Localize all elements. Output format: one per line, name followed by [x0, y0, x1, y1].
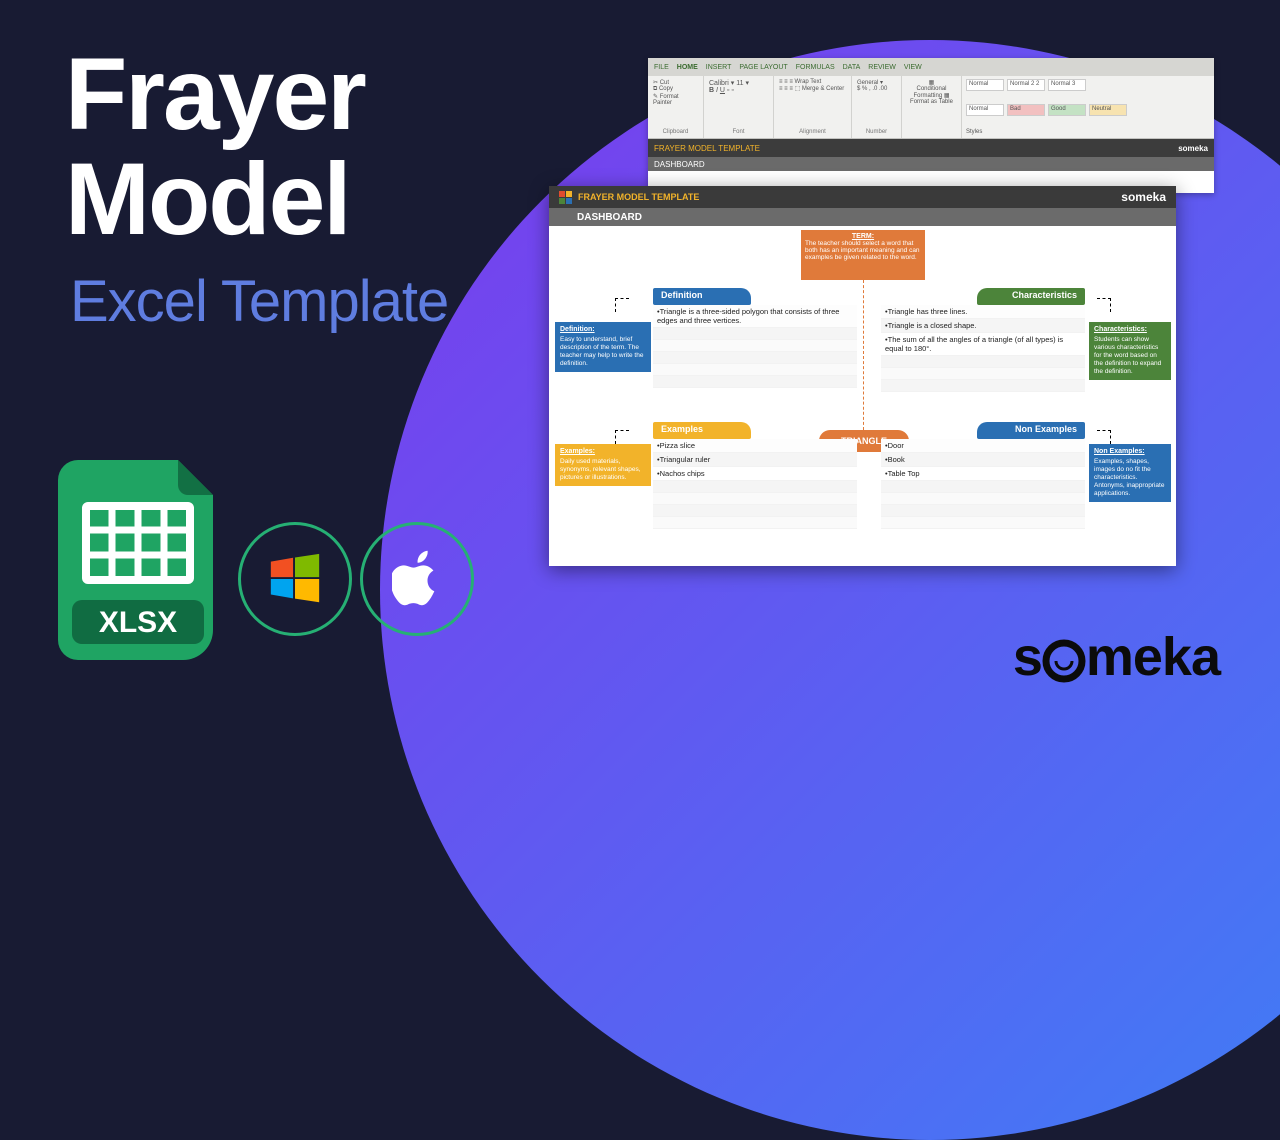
characteristics-callout: Characteristics: Students can show vario…	[1089, 322, 1171, 380]
strip-sub: DASHBOARD	[654, 160, 705, 169]
cell-style: Bad	[1007, 104, 1045, 116]
ribbon-wrap: Wrap Text	[795, 79, 822, 85]
characteristics-body: •Triangle has three lines. •Triangle is …	[881, 305, 1085, 392]
apple-icon	[392, 550, 442, 608]
callout-head: Characteristics:	[1094, 326, 1166, 335]
connector	[1097, 430, 1111, 444]
hero-title-line2: Model	[65, 147, 365, 252]
ribbon-group-label: Number	[857, 129, 896, 135]
ribbon-group-label: Styles	[966, 129, 1210, 135]
term-heading: TERM:	[805, 233, 921, 240]
cell-style: Normal 3	[1048, 79, 1086, 91]
ribbon-group-label: Font	[709, 129, 768, 135]
ribbon-copy: Copy	[659, 86, 673, 92]
connector	[1097, 298, 1111, 312]
examples-body: •Pizza slice •Triangular ruler •Nachos c…	[653, 439, 857, 529]
list-item: •Pizza slice	[653, 439, 857, 453]
list-item: •Book	[881, 453, 1085, 467]
ribbon-conditional: Conditional Formatting	[913, 86, 946, 99]
callout-text: Students can show various characteristic…	[1094, 336, 1161, 376]
excel-tab: VIEW	[904, 64, 922, 71]
excel-template-strip: FRAYER MODEL TEMPLATE someka	[648, 139, 1214, 157]
ribbon-format-painter: Format Painter	[653, 94, 679, 106]
ribbon-group-label: Alignment	[779, 129, 846, 135]
definition-callout: Definition: Easy to understand, brief de…	[555, 322, 651, 372]
excel-tab: REVIEW	[868, 64, 896, 71]
list-item: •Triangle has three lines.	[881, 305, 1085, 319]
strip-title: FRAYER MODEL TEMPLATE	[654, 144, 760, 153]
cell-style: Normal	[966, 79, 1004, 91]
connector	[615, 430, 629, 444]
term-box: TERM: The teacher should select a word t…	[801, 230, 925, 280]
definition-body: •Triangle is a three-sided polygon that …	[653, 305, 857, 388]
board-brand: someka	[1121, 190, 1166, 204]
board-body: TERM: The teacher should select a word t…	[549, 226, 1176, 566]
term-text: The teacher should select a word that bo…	[805, 240, 921, 261]
xlsx-file-icon: XLSX	[58, 460, 233, 665]
excel-template-substrip: DASHBOARD	[648, 157, 1214, 171]
ribbon-format-table: Format as Table	[910, 99, 953, 105]
cell-style: Neutral	[1089, 104, 1127, 116]
excel-tab: FILE	[654, 64, 669, 71]
windows-platform-badge	[238, 522, 352, 636]
windows-icon	[266, 550, 324, 608]
list-item: •Door	[881, 439, 1085, 453]
board-header: FRAYER MODEL TEMPLATE someka	[549, 186, 1176, 208]
term-connector	[863, 280, 864, 430]
cell-style: Normal	[966, 104, 1004, 116]
ribbon-merge: Merge & Center	[802, 86, 844, 92]
cell-style: Good	[1048, 104, 1086, 116]
excel-tabbar: FILE HOME INSERT PAGE LAYOUT FORMULAS DA…	[648, 58, 1214, 76]
examples-callout: Examples: Daily used materials, synonyms…	[555, 444, 651, 486]
list-item: •Table Top	[881, 467, 1085, 481]
apple-platform-badge	[360, 522, 474, 636]
callout-head: Non Examples:	[1094, 448, 1166, 457]
ribbon-group-label: Clipboard	[653, 129, 698, 135]
callout-head: Examples:	[560, 448, 646, 457]
nonexamples-body: •Door •Book •Table Top	[881, 439, 1085, 529]
excel-ribbon: ✂ Cut⧉ Copy✎ Format Painter Clipboard Ca…	[648, 76, 1214, 139]
list-item: •Triangle is a closed shape.	[881, 319, 1085, 333]
callout-text: Examples, shapes, images do no fit the c…	[1094, 458, 1164, 498]
callout-text: Daily used materials, synonyms, relevant…	[560, 458, 641, 481]
list-item: •The sum of all the angles of a triangle…	[881, 333, 1085, 356]
excel-tab: PAGE LAYOUT	[739, 64, 787, 71]
callout-head: Definition:	[560, 326, 646, 335]
excel-tab: FORMULAS	[796, 64, 835, 71]
callout-text: Easy to understand, brief description of…	[560, 336, 643, 367]
frayer-template-board: FRAYER MODEL TEMPLATE someka DASHBOARD T…	[549, 186, 1176, 566]
excel-tab: HOME	[677, 64, 698, 71]
hero-title-line1: Frayer	[65, 42, 365, 147]
list-item: •Triangle is a three-sided polygon that …	[653, 305, 857, 328]
nonexamples-tab: Non Examples	[977, 422, 1085, 439]
board-subtitle: DASHBOARD	[577, 212, 642, 223]
hero-subtitle: Excel Template	[70, 268, 448, 335]
someka-wordmark: smeka	[1013, 626, 1220, 688]
svg-text:XLSX: XLSX	[99, 606, 177, 639]
hero-title: Frayer Model	[65, 42, 365, 252]
strip-brand: someka	[1178, 144, 1208, 153]
board-subheader: DASHBOARD	[549, 208, 1176, 226]
cell-style: Normal 2 2	[1007, 79, 1045, 91]
nonexamples-callout: Non Examples: Examples, shapes, images d…	[1089, 444, 1171, 502]
excel-tab: DATA	[843, 64, 861, 71]
excel-tab: INSERT	[706, 64, 732, 71]
examples-tab: Examples	[653, 422, 751, 439]
list-item: •Triangular ruler	[653, 453, 857, 467]
list-item: •Nachos chips	[653, 467, 857, 481]
characteristics-tab: Characteristics	[977, 288, 1085, 305]
connector	[615, 298, 629, 312]
excel-ribbon-screenshot: FILE HOME INSERT PAGE LAYOUT FORMULAS DA…	[648, 58, 1214, 193]
someka-square-logo	[559, 191, 572, 204]
definition-tab: Definition	[653, 288, 751, 305]
board-title: FRAYER MODEL TEMPLATE	[578, 192, 699, 202]
